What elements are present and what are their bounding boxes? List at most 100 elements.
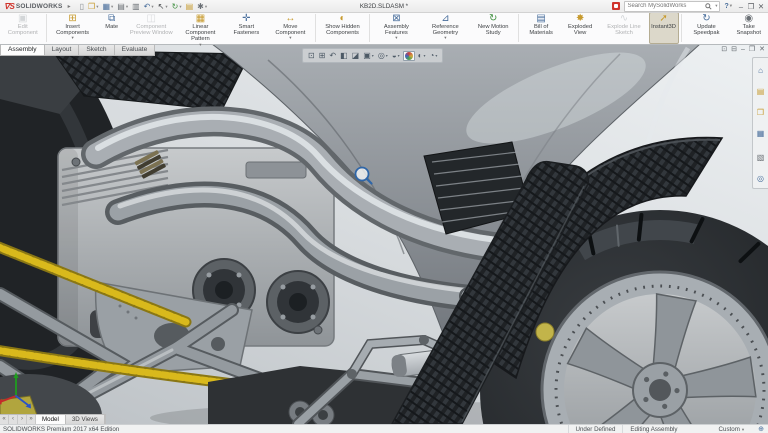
float-commandmanager-icon[interactable]: ⊟ bbox=[731, 45, 737, 54]
dropdown-caret-icon[interactable]: ▾ bbox=[372, 53, 374, 58]
unit-system-selector[interactable]: Custom▾ bbox=[713, 426, 751, 433]
dropdown-caret-icon[interactable]: ▾ bbox=[151, 2, 153, 11]
view-settings-button[interactable]: ◔▾ bbox=[429, 51, 439, 60]
dropdown-caret-icon[interactable]: ▾ bbox=[435, 53, 437, 58]
dropdown-caret-icon[interactable]: ▾ bbox=[71, 36, 73, 41]
dropdown-caret-icon[interactable]: ▾ bbox=[424, 53, 426, 58]
ribbon-button-label: Exploded View bbox=[563, 24, 598, 36]
search-scope-caret-icon[interactable]: ▾ bbox=[715, 3, 717, 9]
commandmanager-tabs: AssemblyLayoutSketchEvaluate bbox=[0, 44, 155, 56]
file-explorer-tab[interactable]: ❒ bbox=[757, 102, 764, 120]
save-button[interactable]: ▦▾ bbox=[102, 2, 113, 11]
custom-properties-icon: ▧ bbox=[757, 153, 765, 162]
solidworks-resources-tab[interactable]: ⌂ bbox=[758, 60, 763, 78]
apply-scene-icon: ◐ bbox=[418, 51, 423, 60]
unit-caret-icon[interactable]: ▾ bbox=[742, 426, 744, 433]
solidworks-logo: ᐁS SOLIDWORKS bbox=[4, 2, 63, 11]
search-input[interactable] bbox=[627, 3, 703, 9]
dropdown-caret-icon[interactable]: ▾ bbox=[289, 36, 291, 41]
smart-fasteners-button[interactable]: ✛Smart Fasteners bbox=[225, 12, 268, 44]
reference-geometry-button[interactable]: ⊿Reference Geometry▾ bbox=[421, 12, 470, 44]
magnifier-icon[interactable] bbox=[705, 3, 712, 10]
dropdown-caret-icon[interactable]: ▾ bbox=[386, 53, 388, 58]
print-preview-button[interactable]: ▥ bbox=[132, 2, 140, 11]
dropdown-caret-icon[interactable]: ▾ bbox=[205, 2, 207, 11]
undo-button[interactable]: ↶▾ bbox=[144, 2, 154, 11]
task-pane-tabs: ⌂ ▤ ❒ ▦ ▧ ◎ bbox=[752, 57, 768, 189]
dropdown-caret-icon[interactable]: ▾ bbox=[199, 43, 201, 48]
rebuild-icon: ↻ bbox=[172, 2, 179, 11]
view-palette-tab[interactable]: ▦ bbox=[757, 123, 765, 141]
dynamic-annotation-views-button[interactable]: ◪ bbox=[351, 51, 361, 60]
exploded-view-button[interactable]: ✸Exploded View bbox=[561, 12, 600, 44]
dropdown-caret-icon[interactable]: ▾ bbox=[395, 36, 397, 41]
take-snapshot-button[interactable]: ◉Take Snapshot bbox=[729, 12, 768, 44]
options-button[interactable]: ✱▾ bbox=[197, 2, 207, 11]
design-library-tab[interactable]: ▤ bbox=[757, 81, 765, 99]
viewport-3d[interactable]: CAM 16VALV bbox=[0, 44, 768, 424]
file-properties-button[interactable]: ▤ bbox=[186, 2, 194, 11]
dynamic-annotation-views-icon: ◪ bbox=[352, 51, 360, 60]
gold-cap bbox=[536, 323, 554, 341]
ds-logo-icon: ᐁS bbox=[4, 2, 15, 11]
minimize-button[interactable]: – bbox=[736, 1, 746, 12]
bill-of-materials-icon: ▤ bbox=[536, 13, 545, 24]
rebuild-button[interactable]: ↻▾ bbox=[172, 2, 182, 11]
menu-expand-arrow-icon[interactable]: ▸ bbox=[68, 3, 71, 10]
help-button[interactable]: ?▾ bbox=[724, 3, 732, 10]
dropdown-caret-icon[interactable]: ▾ bbox=[444, 36, 446, 41]
minimize-document-icon[interactable]: – bbox=[741, 45, 745, 54]
tab-assembly[interactable]: Assembly bbox=[0, 44, 44, 56]
view-orientation-button[interactable]: ▣▾ bbox=[362, 51, 375, 60]
commandmanager-ribbon: ▣Edit Component⊞Insert Components▾⧉Mate◫… bbox=[0, 12, 768, 45]
assembly-features-button[interactable]: ⊠Assembly Features▾ bbox=[372, 12, 421, 44]
show-hidden-components-button[interactable]: ◐Show Hidden Components bbox=[318, 12, 367, 44]
tab-sketch[interactable]: Sketch bbox=[78, 44, 113, 56]
pin-commandmanager-icon[interactable]: ⊡ bbox=[721, 45, 727, 54]
close-document-icon[interactable]: ✕ bbox=[759, 45, 765, 54]
select-button[interactable]: ↖▾ bbox=[158, 2, 168, 11]
zoom-to-fit-button[interactable]: ⊡ bbox=[307, 51, 316, 60]
assembly-features-icon: ⊠ bbox=[392, 13, 400, 24]
dropdown-caret-icon[interactable]: ▾ bbox=[111, 2, 113, 11]
new-file-button[interactable]: ▯ bbox=[80, 2, 84, 11]
dropdown-caret-icon[interactable]: ▾ bbox=[398, 53, 400, 58]
open-file-button[interactable]: ❒▾ bbox=[88, 2, 98, 11]
move-component-button[interactable]: ↔Move Component▾ bbox=[268, 12, 313, 44]
dropdown-caret-icon[interactable]: ▾ bbox=[96, 2, 98, 11]
help-caret-icon[interactable]: ▾ bbox=[730, 3, 732, 9]
insert-components-button[interactable]: ⊞Insert Components▾ bbox=[48, 12, 96, 44]
linear-component-pattern-button[interactable]: ▦Linear Component Pattern▾ bbox=[176, 12, 225, 44]
update-speedpak-button[interactable]: ↻Update Speedpak bbox=[683, 12, 729, 44]
print-button[interactable]: ▤▾ bbox=[117, 2, 128, 11]
design-library-icon: ▤ bbox=[757, 87, 765, 96]
hide-show-items-button[interactable]: ◒▾ bbox=[391, 51, 401, 60]
custom-properties-tab[interactable]: ▧ bbox=[757, 147, 765, 165]
restore-button[interactable]: ❐ bbox=[746, 1, 756, 12]
edit-appearance-button[interactable] bbox=[403, 51, 415, 61]
dropdown-caret-icon[interactable]: ▾ bbox=[165, 2, 167, 11]
file-properties-icon: ▤ bbox=[186, 2, 194, 11]
solidworks-forum-tab[interactable]: ◎ bbox=[757, 168, 764, 186]
close-button[interactable]: ✕ bbox=[756, 1, 766, 12]
dropdown-caret-icon[interactable]: ▾ bbox=[126, 2, 128, 11]
restore-document-icon[interactable]: ❐ bbox=[749, 45, 755, 54]
instant3d-button[interactable]: ➚Instant3D bbox=[649, 12, 679, 44]
file-explorer-icon: ❒ bbox=[757, 108, 764, 117]
search-box[interactable]: ▾ bbox=[624, 1, 720, 12]
dropdown-caret-icon[interactable]: ▾ bbox=[179, 2, 181, 11]
update-speedpak-icon: ↻ bbox=[702, 13, 710, 24]
titlebar-right: ▾ ?▾ –❐✕ bbox=[612, 0, 766, 12]
section-view-button[interactable]: ◧ bbox=[339, 51, 349, 60]
mate-button[interactable]: ⧉Mate bbox=[97, 12, 127, 44]
zoom-to-area-button[interactable]: ⊞ bbox=[318, 51, 327, 60]
previous-view-button[interactable]: ↶ bbox=[328, 51, 337, 60]
tab-evaluate[interactable]: Evaluate bbox=[114, 44, 156, 56]
tags-icon[interactable]: ⊕ bbox=[758, 426, 764, 433]
tab-layout[interactable]: Layout bbox=[44, 44, 79, 56]
apply-scene-button[interactable]: ◐▾ bbox=[417, 51, 427, 60]
new-motion-study-button[interactable]: ↻New Motion Study bbox=[470, 12, 516, 44]
display-style-button[interactable]: ◎▾ bbox=[377, 51, 389, 60]
explode-line-sketch-button: ∿Explode Line Sketch bbox=[599, 12, 648, 44]
bill-of-materials-button[interactable]: ▤Bill of Materials bbox=[521, 12, 561, 44]
